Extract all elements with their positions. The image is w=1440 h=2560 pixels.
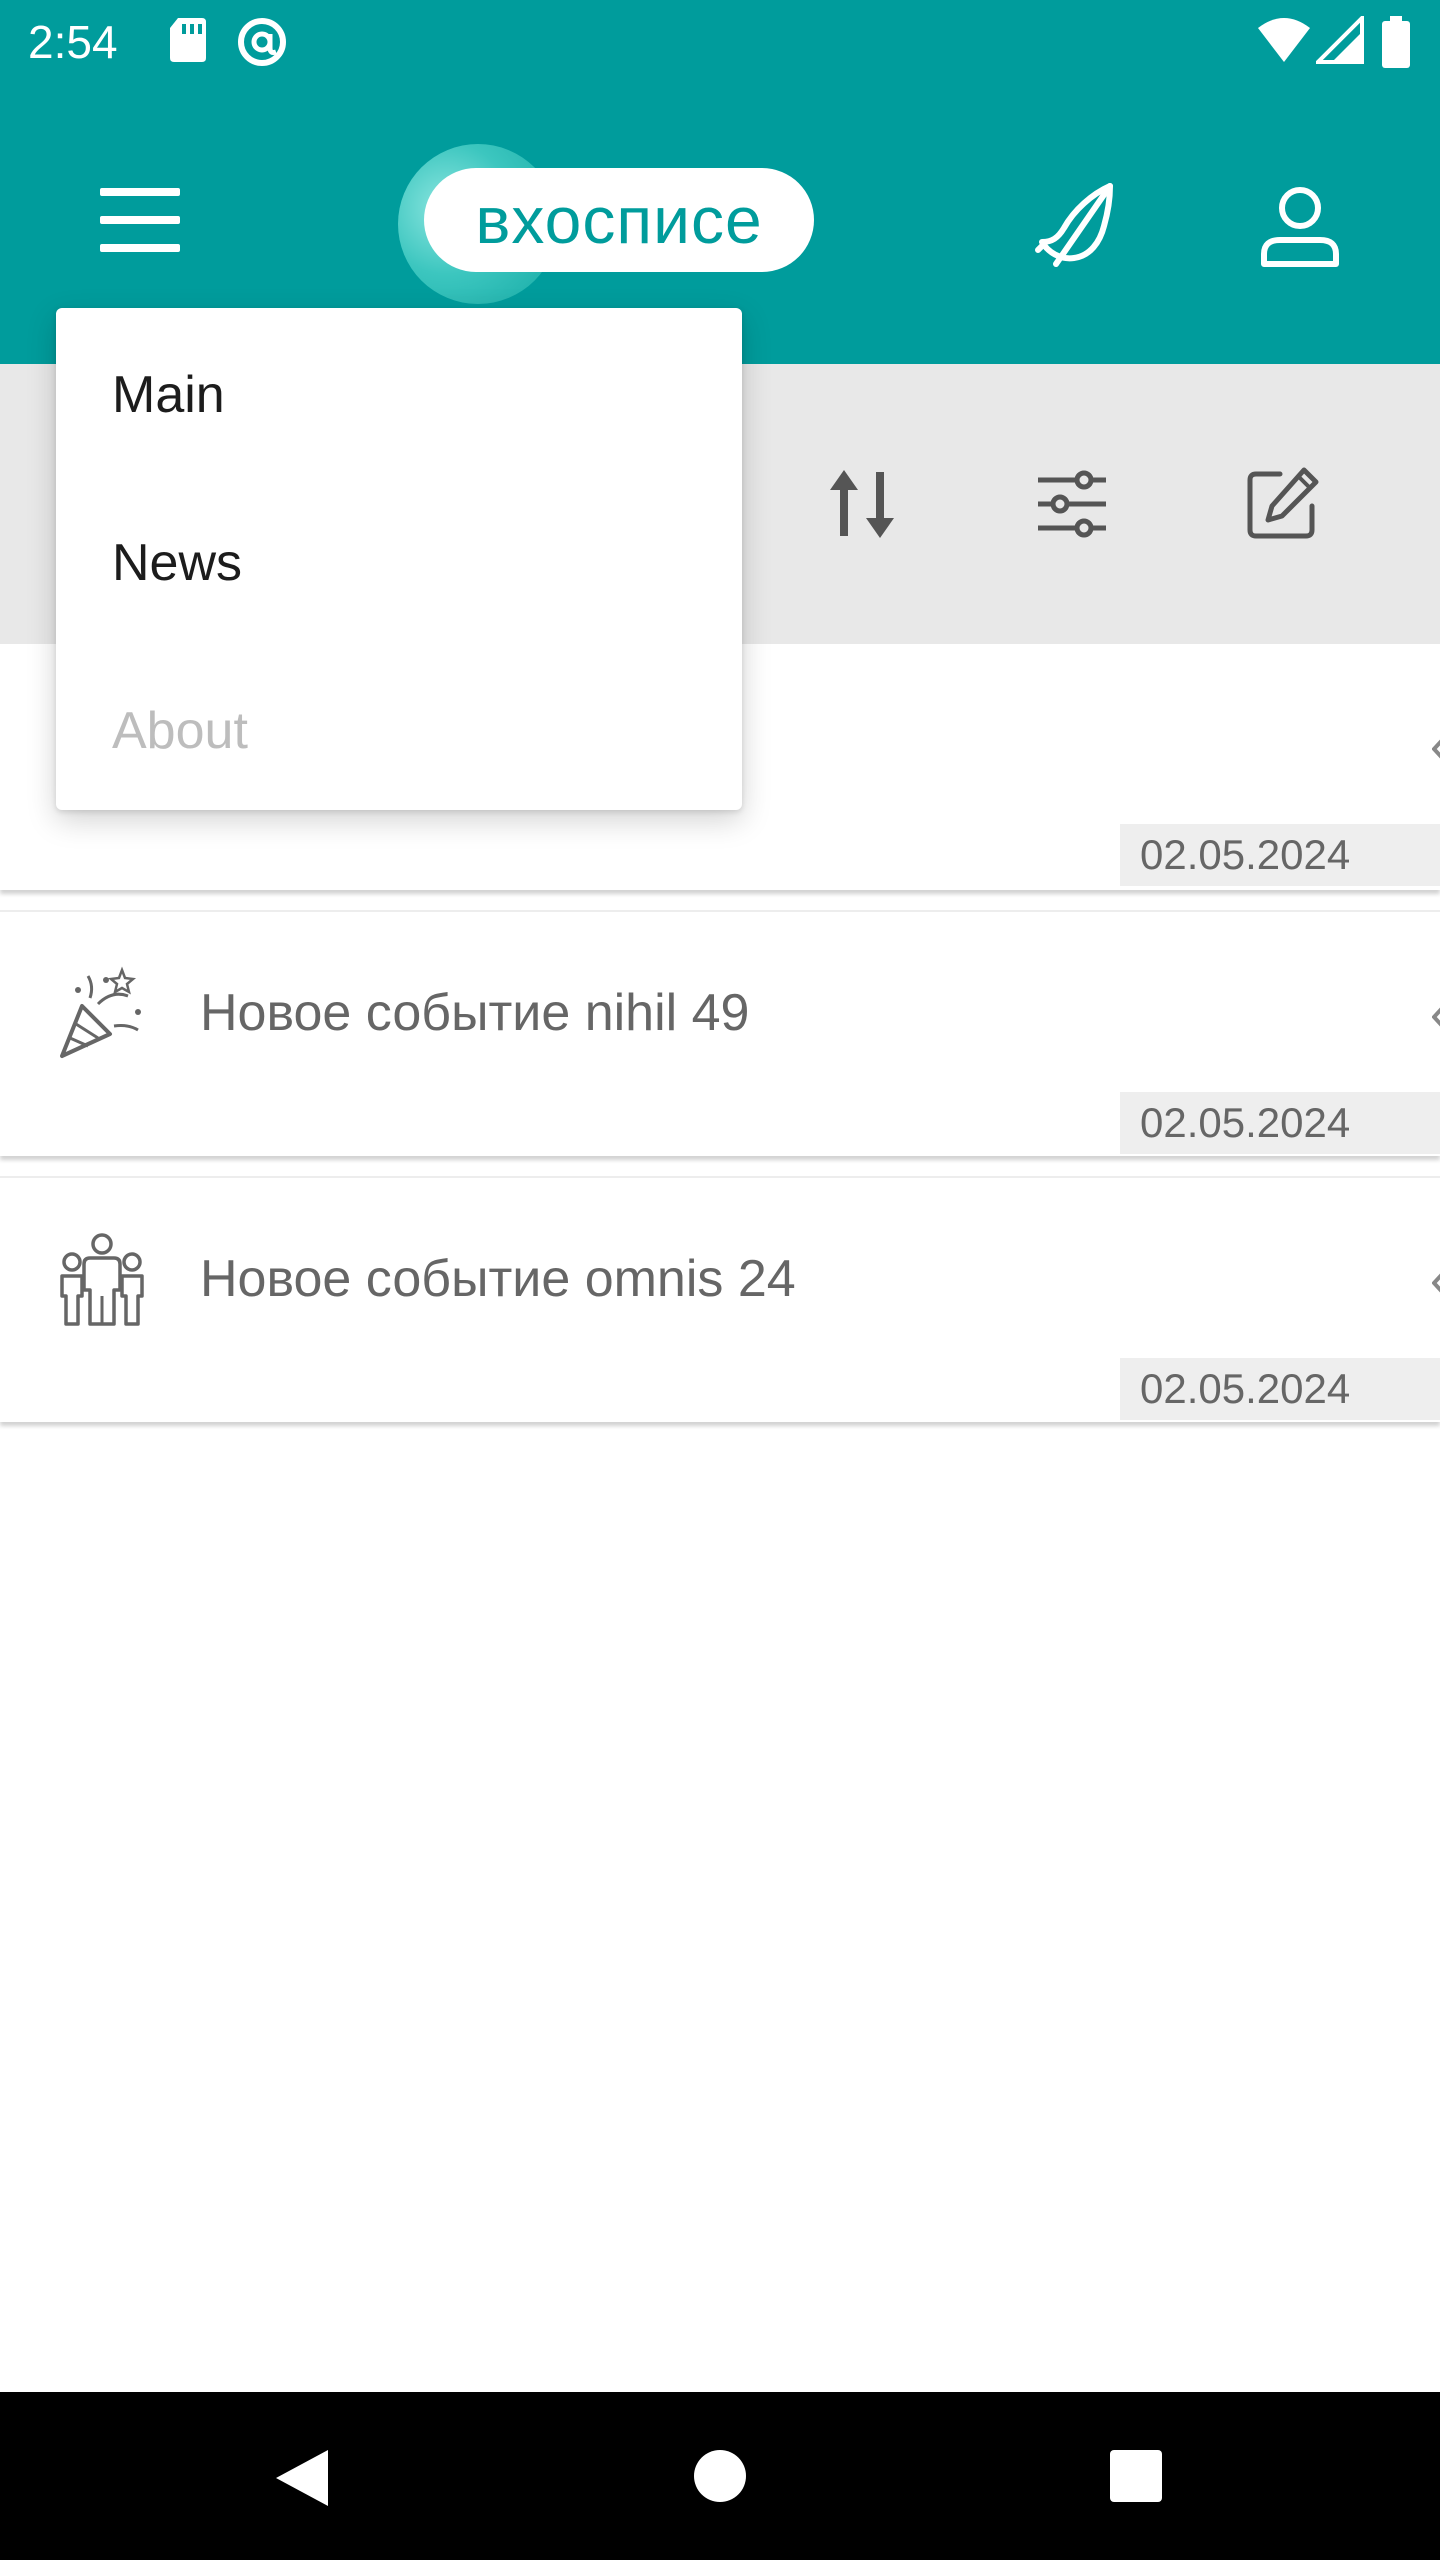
status-bar: 2:54 xyxy=(0,0,1440,84)
feather-icon[interactable] xyxy=(1034,180,1124,270)
menu-item-about: About xyxy=(112,702,248,760)
event-title: Новое событие nihil 49 xyxy=(200,984,750,1042)
battery-icon xyxy=(1382,16,1410,68)
menu-item-news[interactable]: News xyxy=(112,528,242,598)
event-date: 02.05.2024 xyxy=(1120,824,1440,886)
event-title: Новое событие omnis 24 xyxy=(200,1250,796,1308)
chevron-left-icon xyxy=(1432,1007,1440,1027)
edit-icon[interactable] xyxy=(1242,464,1322,544)
chevron-left-icon xyxy=(1432,1273,1440,1293)
sd-card-icon xyxy=(170,18,206,62)
chevron-left-icon xyxy=(1432,739,1440,759)
party-popper-icon xyxy=(60,966,141,1058)
signal-icon xyxy=(1316,16,1364,64)
home-icon[interactable] xyxy=(692,2448,748,2504)
event-card[interactable]: Новое событие nihil 49 02.05.2024 xyxy=(0,910,1440,1156)
back-icon[interactable] xyxy=(272,2446,332,2510)
logo-text: вхосписе xyxy=(475,183,763,257)
event-card[interactable]: Новое событие omnis 24 02.05.2024 xyxy=(0,1176,1440,1422)
family-icon xyxy=(60,1233,144,1326)
wifi-icon xyxy=(1258,18,1310,62)
event-date: 02.05.2024 xyxy=(1120,1358,1440,1420)
at-sign-icon xyxy=(238,18,286,66)
filter-sliders-icon[interactable] xyxy=(1032,464,1112,544)
user-icon[interactable] xyxy=(1258,184,1342,268)
system-nav-bar xyxy=(0,2392,1440,2560)
nav-dropdown-menu: Main News About xyxy=(56,308,742,810)
logo-pill: вхосписе xyxy=(424,168,814,272)
event-date: 02.05.2024 xyxy=(1120,1092,1440,1154)
recents-icon[interactable] xyxy=(1108,2448,1164,2504)
menu-item-main[interactable]: Main xyxy=(112,360,225,430)
sort-icon[interactable] xyxy=(822,464,902,544)
menu-icon[interactable] xyxy=(100,188,180,252)
status-time: 2:54 xyxy=(28,16,118,68)
app-logo[interactable]: вхосписе xyxy=(398,144,818,304)
